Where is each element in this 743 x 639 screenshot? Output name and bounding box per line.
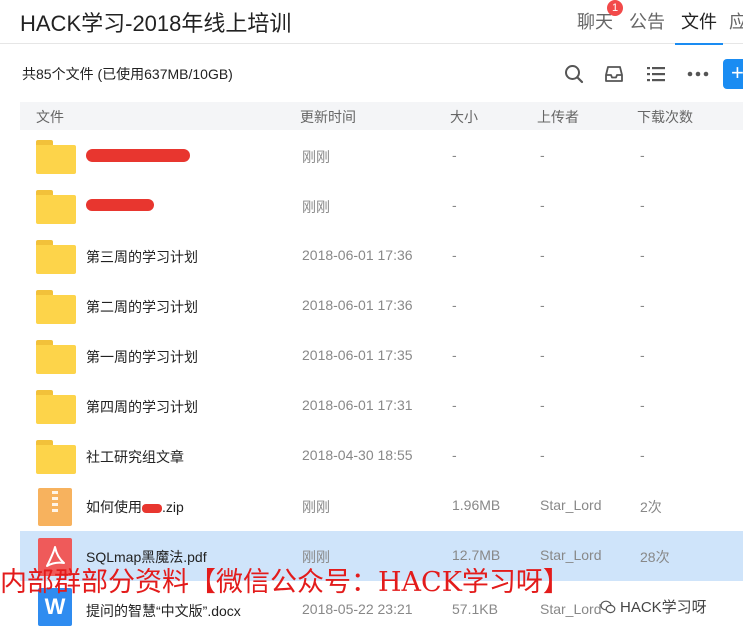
table-row[interactable]: 如何使用 .zip 刚刚 1.96MB Star_Lord 2次 <box>20 481 743 531</box>
file-name: 社工研究组文章 <box>86 449 184 465</box>
table-row[interactable]: 第一周的学习计划 2018-06-01 17:35 - - - <box>20 331 743 381</box>
tab-announcement[interactable]: 公告 <box>621 0 673 44</box>
file-size: 57.1KB <box>452 601 498 617</box>
file-size: - <box>452 147 457 163</box>
file-downloads: - <box>640 297 645 313</box>
file-size: - <box>452 247 457 263</box>
file-name: 第四周的学习计划 <box>86 399 198 415</box>
table-row[interactable]: 第四周的学习计划 2018-06-01 17:31 - - - <box>20 381 743 431</box>
file-updated: 2018-06-01 17:36 <box>302 297 413 313</box>
file-summary: 共85个文件 (已使用637MB/10GB) <box>22 66 233 82</box>
file-uploader: - <box>540 247 545 263</box>
folder-icon <box>36 190 76 224</box>
folder-icon <box>36 140 76 174</box>
file-name: 提问的智慧“中文版”.docx <box>86 603 241 619</box>
file-updated: 2018-06-01 17:36 <box>302 247 413 263</box>
file-size: - <box>452 447 457 463</box>
top-tabs: 聊天 1 公告 文件 应 <box>569 0 743 45</box>
column-header-updated[interactable]: 更新时间 <box>300 107 356 127</box>
file-name: SQLmap黑魔法.pdf <box>86 549 207 565</box>
tab-apps[interactable]: 应 <box>725 0 743 44</box>
file-updated: 刚刚 <box>302 549 330 565</box>
file-size: - <box>452 297 457 313</box>
file-size: - <box>452 197 457 213</box>
file-downloads: - <box>640 147 645 163</box>
table-header: 文件 更新时间 大小 上传者 下载次数 <box>20 102 743 130</box>
column-header-uploader[interactable]: 上传者 <box>537 107 579 127</box>
column-header-downloads[interactable]: 下载次数 <box>637 107 693 127</box>
table-row[interactable]: 刚刚 - - - <box>20 181 743 231</box>
folder-icon <box>36 390 76 424</box>
file-downloads: 2次 <box>640 499 662 515</box>
file-downloads: - <box>640 447 645 463</box>
file-size: 1.96MB <box>452 497 501 513</box>
file-list: 刚刚 - - - 刚刚 - - - 第三周的学习计划 2018-06-01 17… <box>20 131 743 631</box>
file-updated: 2018-06-01 17:31 <box>302 397 413 413</box>
redaction-mark <box>86 199 154 211</box>
search-icon[interactable] <box>562 62 586 86</box>
file-uploader: - <box>540 147 545 163</box>
folder-icon <box>36 340 76 374</box>
table-row[interactable]: 刚刚 - - - <box>20 131 743 181</box>
file-name: 第二周的学习计划 <box>86 299 198 315</box>
table-row[interactable]: 第三周的学习计划 2018-06-01 17:36 - - - <box>20 231 743 281</box>
file-downloads: - <box>640 397 645 413</box>
folder-icon <box>36 240 76 274</box>
file-updated: 刚刚 <box>302 499 330 515</box>
table-row[interactable]: 第二周的学习计划 2018-06-01 17:36 - - - <box>20 281 743 331</box>
file-updated: 2018-05-22 23:21 <box>302 601 413 617</box>
file-uploader: - <box>540 347 545 363</box>
table-row[interactable]: 社工研究组文章 2018-04-30 18:55 - - - <box>20 431 743 481</box>
zip-file-icon <box>38 488 72 526</box>
file-uploader: Star_Lord <box>540 547 602 563</box>
file-downloads: - <box>640 197 645 213</box>
column-header-file[interactable]: 文件 <box>36 107 64 127</box>
more-icon[interactable] <box>686 62 710 86</box>
file-downloads: - <box>640 347 645 363</box>
file-size: 12.7MB <box>452 547 501 563</box>
group-title: HACK学习-2018年线上培训 <box>20 11 292 36</box>
inbox-icon[interactable] <box>602 62 626 86</box>
file-uploader: - <box>540 297 545 313</box>
file-downloads: - <box>640 247 645 263</box>
file-updated: 2018-04-30 18:55 <box>302 447 413 463</box>
tab-files[interactable]: 文件 <box>673 0 725 45</box>
file-toolbar: 共85个文件 (已使用637MB/10GB) + <box>0 44 743 102</box>
wechat-icon <box>600 600 616 613</box>
file-uploader: Star_Lord <box>540 497 602 513</box>
redaction-mark <box>86 149 190 162</box>
file-uploader: Star_Lord <box>540 601 602 617</box>
list-view-icon[interactable] <box>644 62 668 86</box>
column-header-size[interactable]: 大小 <box>450 107 478 127</box>
file-size: - <box>452 347 457 363</box>
file-size: - <box>452 397 457 413</box>
file-name: 第一周的学习计划 <box>86 349 198 365</box>
file-updated: 2018-06-01 17:35 <box>302 347 413 363</box>
watermark-banner: 内部群部分资料【微信公众号：HACK学习呀】 <box>0 568 570 598</box>
upload-plus-icon[interactable]: + <box>723 59 743 89</box>
tab-chat[interactable]: 聊天 1 <box>569 0 623 44</box>
file-downloads: 28次 <box>640 549 670 565</box>
file-uploader: - <box>540 197 545 213</box>
file-uploader: - <box>540 447 545 463</box>
file-updated: 刚刚 <box>302 199 330 215</box>
folder-icon <box>36 440 76 474</box>
folder-icon <box>36 290 76 324</box>
file-name: 第三周的学习计划 <box>86 249 198 265</box>
top-bar: HACK学习-2018年线上培训 聊天 1 公告 文件 应 <box>0 0 743 45</box>
file-name: 如何使用 .zip <box>86 499 184 515</box>
file-updated: 刚刚 <box>302 149 330 165</box>
file-uploader: - <box>540 397 545 413</box>
wechat-account-mark: HACK学习呀 <box>600 596 707 617</box>
